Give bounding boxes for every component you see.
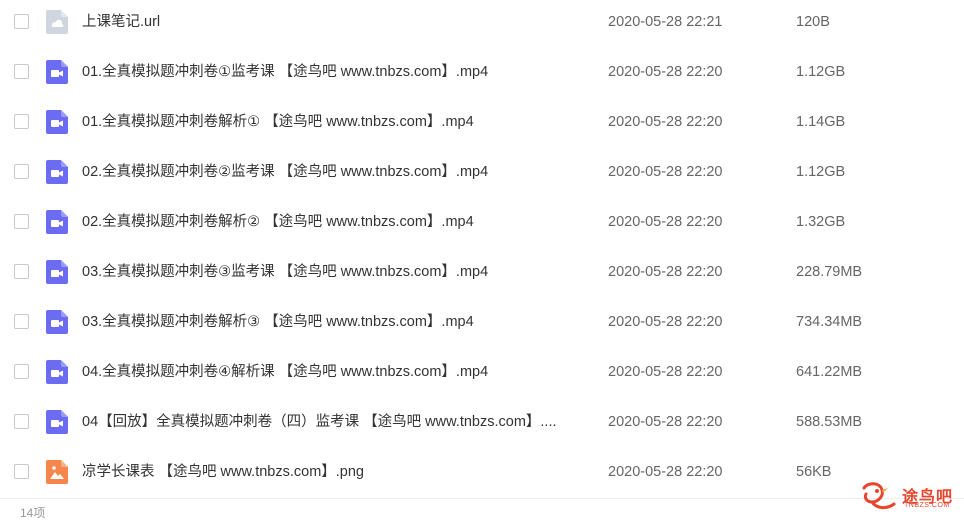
- row-checkbox[interactable]: [14, 314, 29, 329]
- file-name[interactable]: 01.全真模拟题冲刺卷①监考课 【途鸟吧 www.tnbzs.com】.mp4: [82, 62, 488, 82]
- file-row[interactable]: 03.全真模拟题冲刺卷解析③ 【途鸟吧 www.tnbzs.com】.mp4 20…: [0, 297, 964, 347]
- file-name[interactable]: 03.全真模拟题冲刺卷解析③ 【途鸟吧 www.tnbzs.com】.mp4: [82, 312, 474, 332]
- row-checkbox[interactable]: [14, 114, 29, 129]
- file-date: 2020-05-28 22:20: [608, 364, 723, 380]
- file-row[interactable]: 04.全真模拟题冲刺卷④解析课 【途鸟吧 www.tnbzs.com】.mp4 2…: [0, 347, 964, 397]
- file-name[interactable]: 04.全真模拟题冲刺卷④解析课 【途鸟吧 www.tnbzs.com】.mp4: [82, 362, 488, 382]
- bottom-divider: [0, 498, 964, 499]
- file-name[interactable]: 凉学长课表 【途鸟吧 www.tnbzs.com】.png: [82, 462, 364, 482]
- file-size: 1.32GB: [796, 214, 846, 230]
- file-date: 2020-05-28 22:20: [608, 464, 723, 480]
- file-date: 2020-05-28 22:20: [608, 214, 723, 230]
- file-name[interactable]: 01.全真模拟题冲刺卷解析① 【途鸟吧 www.tnbzs.com】.mp4: [82, 112, 474, 132]
- file-row[interactable]: 02.全真模拟题冲刺卷解析② 【途鸟吧 www.tnbzs.com】.mp4 20…: [0, 197, 964, 247]
- row-checkbox[interactable]: [14, 464, 29, 479]
- watermark-subtext: TNBZS.COM: [904, 502, 950, 509]
- row-checkbox[interactable]: [14, 64, 29, 79]
- video-file-icon: [46, 110, 68, 134]
- file-name[interactable]: 上课笔记.url: [82, 12, 160, 32]
- file-row[interactable]: 01.全真模拟题冲刺卷解析① 【途鸟吧 www.tnbzs.com】.mp4 20…: [0, 97, 964, 147]
- file-name[interactable]: 03.全真模拟题冲刺卷③监考课 【途鸟吧 www.tnbzs.com】.mp4: [82, 262, 488, 282]
- row-checkbox[interactable]: [14, 164, 29, 179]
- row-checkbox[interactable]: [14, 414, 29, 429]
- video-file-icon: [46, 60, 68, 84]
- file-size: 228.79MB: [796, 264, 863, 280]
- file-date: 2020-05-28 22:20: [608, 164, 723, 180]
- file-name[interactable]: 02.全真模拟题冲刺卷解析② 【途鸟吧 www.tnbzs.com】.mp4: [82, 212, 474, 232]
- file-date: 2020-05-28 22:20: [608, 264, 723, 280]
- file-size: 1.12GB: [796, 164, 846, 180]
- file-size: 1.14GB: [796, 114, 846, 130]
- row-checkbox[interactable]: [14, 364, 29, 379]
- file-size: 641.22MB: [796, 364, 863, 380]
- file-date: 2020-05-28 22:21: [608, 14, 723, 30]
- file-row[interactable]: 上课笔记.url 2020-05-28 22:21 120B: [0, 0, 964, 47]
- file-size: 588.53MB: [796, 414, 863, 430]
- file-row[interactable]: 02.全真模拟题冲刺卷②监考课 【途鸟吧 www.tnbzs.com】.mp4 2…: [0, 147, 964, 197]
- file-size: 56KB: [796, 464, 832, 480]
- item-count: 14项: [20, 506, 46, 520]
- file-date: 2020-05-28 22:20: [608, 414, 723, 430]
- file-row[interactable]: 01.全真模拟题冲刺卷①监考课 【途鸟吧 www.tnbzs.com】.mp4 2…: [0, 47, 964, 97]
- file-list: 上课笔记.url 2020-05-28 22:21 120B 01.全真模拟题冲刺卷①…: [0, 0, 964, 498]
- image-file-icon: [46, 460, 68, 484]
- file-size: 120B: [796, 14, 830, 30]
- file-row[interactable]: 04【回放】全真模拟题冲刺卷（四）监考课 【途鸟吧 www.tnbzs.com】…: [0, 397, 964, 447]
- bird-logo-icon: [862, 482, 896, 510]
- video-file-icon: [46, 410, 68, 434]
- row-checkbox[interactable]: [14, 214, 29, 229]
- file-size: 734.34MB: [796, 314, 863, 330]
- file-date: 2020-05-28 22:20: [608, 314, 723, 330]
- watermark-logo: 途鸟吧 TNBZS.COM: [858, 480, 962, 514]
- url-file-icon: [46, 10, 68, 34]
- row-checkbox[interactable]: [14, 264, 29, 279]
- row-checkbox[interactable]: [14, 14, 29, 29]
- video-file-icon: [46, 160, 68, 184]
- file-size: 1.12GB: [796, 64, 846, 80]
- video-file-icon: [46, 260, 68, 284]
- video-file-icon: [46, 360, 68, 384]
- file-name[interactable]: 04【回放】全真模拟题冲刺卷（四）监考课 【途鸟吧 www.tnbzs.com】…: [82, 412, 557, 432]
- file-row[interactable]: 03.全真模拟题冲刺卷③监考课 【途鸟吧 www.tnbzs.com】.mp4 2…: [0, 247, 964, 297]
- file-date: 2020-05-28 22:20: [608, 114, 723, 130]
- file-date: 2020-05-28 22:20: [608, 64, 723, 80]
- file-row[interactable]: 凉学长课表 【途鸟吧 www.tnbzs.com】.png 2020-05-28 …: [0, 447, 964, 497]
- file-name[interactable]: 02.全真模拟题冲刺卷②监考课 【途鸟吧 www.tnbzs.com】.mp4: [82, 162, 488, 182]
- video-file-icon: [46, 210, 68, 234]
- video-file-icon: [46, 310, 68, 334]
